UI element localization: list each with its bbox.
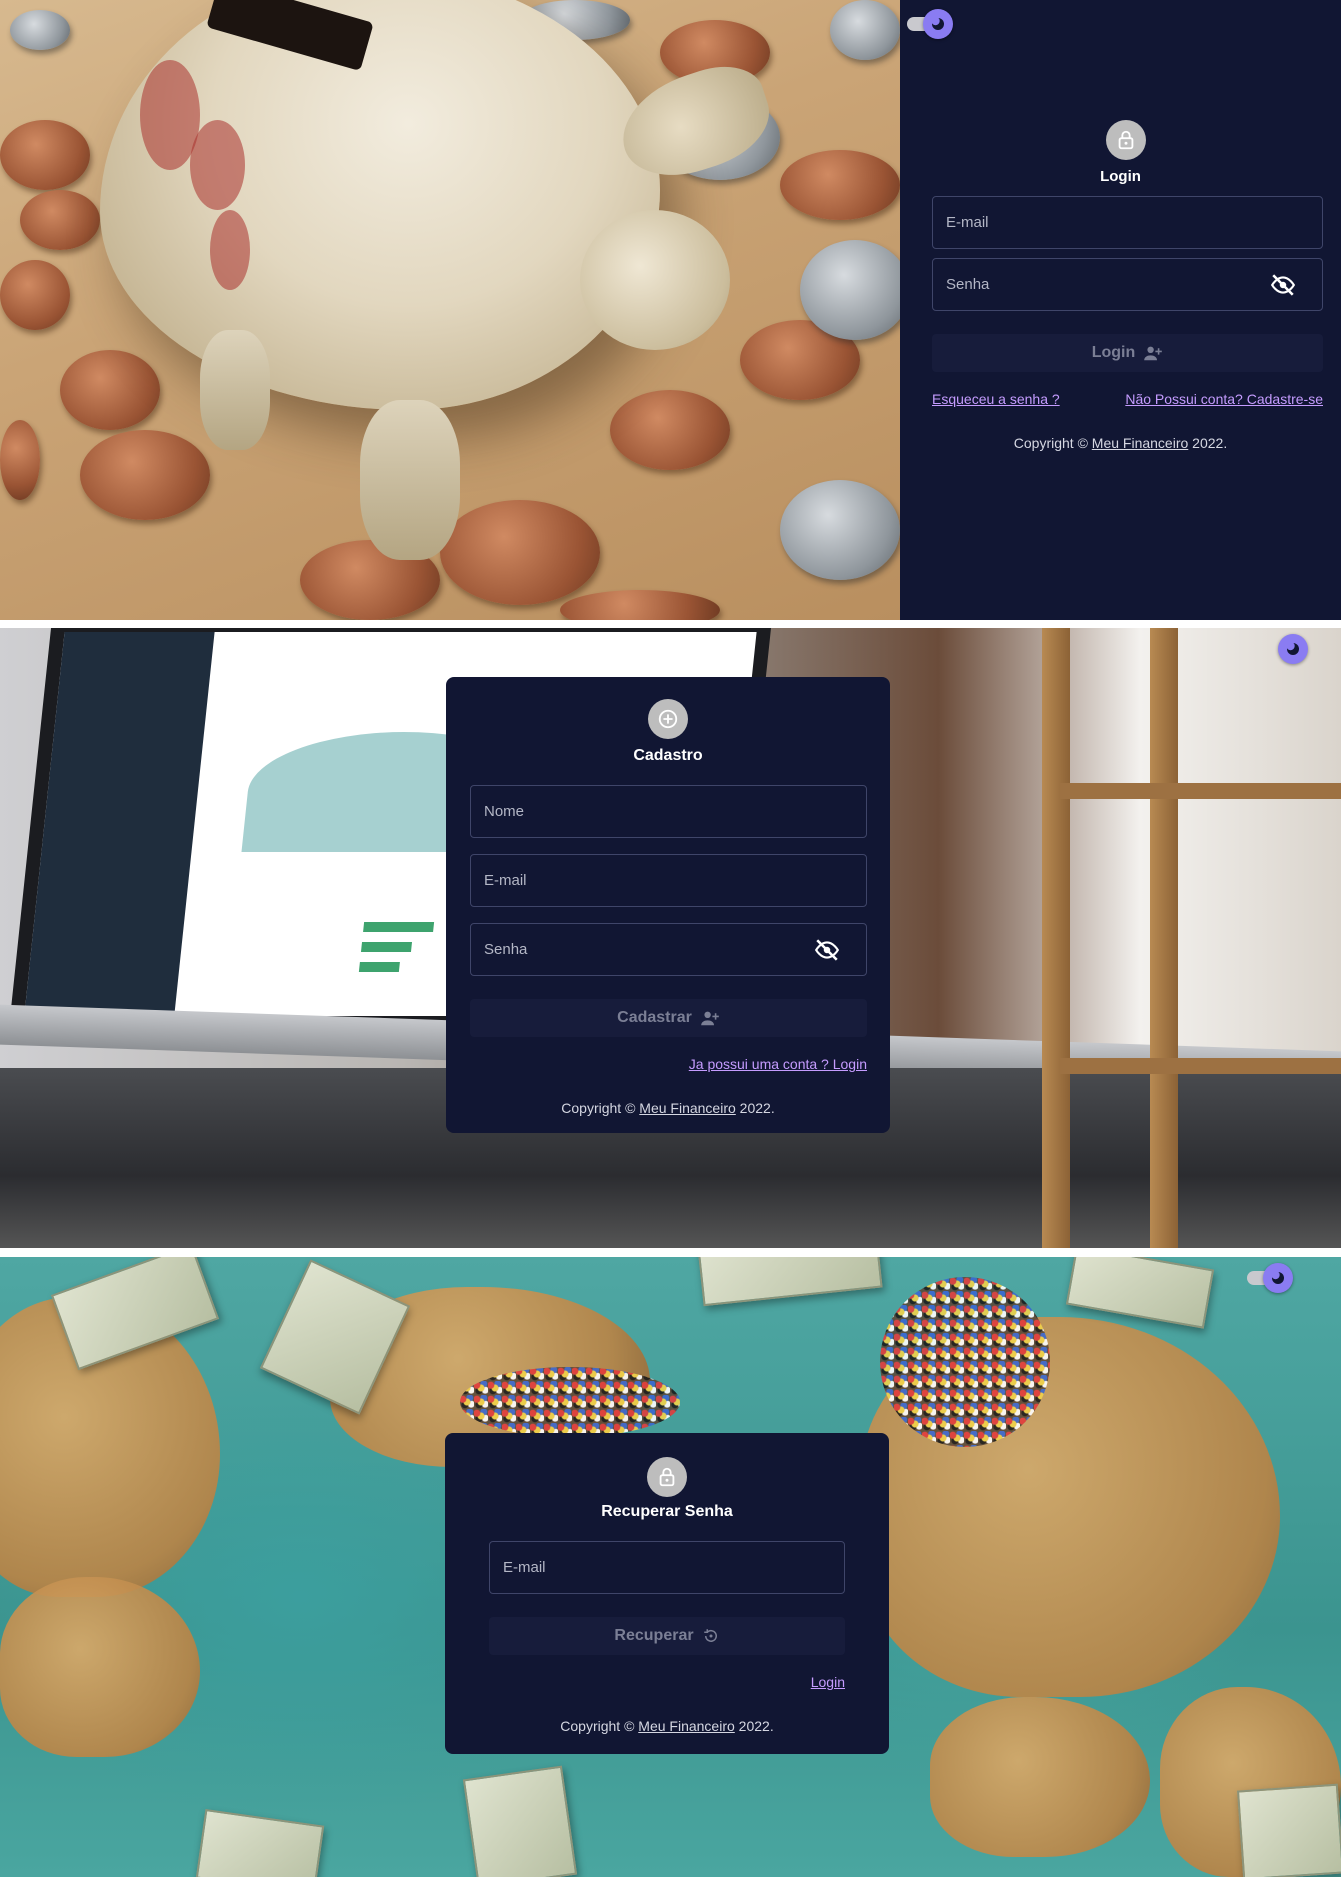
copyright-year: 2022. xyxy=(738,1718,774,1734)
register-button-label: Cadastrar xyxy=(617,1009,692,1026)
recover-button-label: Recuperar xyxy=(614,1627,694,1644)
copyright: Copyright © Meu Financeiro 2022. xyxy=(446,1100,890,1116)
form-title: Login xyxy=(1100,168,1141,185)
register-card: Cadastro Cadastrar Ja possui uma conta ?… xyxy=(446,677,890,1133)
brand-link[interactable]: Meu Financeiro xyxy=(639,1100,736,1116)
moon-icon xyxy=(1263,1263,1293,1293)
recover-screen: Recuperar Senha Recuperar Login Copyrigh… xyxy=(0,1257,1341,1877)
copyright-year: 2022. xyxy=(739,1100,775,1116)
copyright: Copyright © Meu Financeiro 2022. xyxy=(900,435,1341,451)
recover-button[interactable]: Recuperar xyxy=(489,1617,845,1655)
email-input[interactable] xyxy=(484,872,790,889)
login-link[interactable]: Ja possui uma conta ? Login xyxy=(689,1056,867,1072)
moon-icon xyxy=(923,9,953,39)
recover-card: Recuperar Senha Recuperar Login Copyrigh… xyxy=(445,1433,889,1754)
form-title: Recuperar Senha xyxy=(601,1503,733,1520)
copyright-year: 2022. xyxy=(1192,435,1228,451)
email-field[interactable] xyxy=(489,1541,845,1594)
email-input[interactable] xyxy=(503,1559,776,1576)
email-field[interactable] xyxy=(470,854,867,907)
name-field[interactable] xyxy=(470,785,867,838)
piggy-bank-photo xyxy=(0,0,900,620)
avatar xyxy=(1106,120,1146,160)
login-link[interactable]: Login xyxy=(811,1674,845,1690)
lock-icon xyxy=(659,1467,675,1487)
restore-icon xyxy=(703,1629,717,1642)
copyright-prefix: Copyright © xyxy=(1013,435,1088,451)
password-input[interactable] xyxy=(484,941,790,958)
password-field[interactable] xyxy=(932,258,1323,311)
theme-toggle[interactable] xyxy=(1245,1263,1295,1293)
eye-off-icon[interactable] xyxy=(814,937,840,963)
lock-icon xyxy=(1118,130,1134,150)
avatar xyxy=(648,699,688,739)
register-link[interactable]: Não Possui conta? Cadastre-se xyxy=(1125,391,1323,407)
eye-off-icon[interactable] xyxy=(1270,272,1296,298)
name-input[interactable] xyxy=(484,803,790,820)
email-input[interactable] xyxy=(946,214,1247,231)
person-add-icon xyxy=(1144,346,1163,361)
brand-link[interactable]: Meu Financeiro xyxy=(1092,435,1189,451)
login-screen: Login Login Esqueceu a senha ? Não Possu… xyxy=(0,0,1341,620)
avatar xyxy=(647,1457,687,1497)
login-panel: Login Login Esqueceu a senha ? Não Possu… xyxy=(900,0,1341,620)
add-circle-icon xyxy=(658,709,678,729)
theme-toggle[interactable] xyxy=(1260,634,1310,664)
login-button[interactable]: Login xyxy=(932,334,1323,372)
brand-link[interactable]: Meu Financeiro xyxy=(638,1718,735,1734)
form-title: Cadastro xyxy=(633,747,703,764)
password-input[interactable] xyxy=(946,276,1247,293)
copyright-prefix: Copyright © xyxy=(561,1100,636,1116)
email-field[interactable] xyxy=(932,196,1323,249)
copyright: Copyright © Meu Financeiro 2022. xyxy=(445,1718,889,1734)
cadastro-screen: Cadastro Cadastrar Ja possui uma conta ?… xyxy=(0,628,1341,1248)
moon-icon xyxy=(1278,634,1308,664)
theme-toggle[interactable] xyxy=(905,9,955,39)
password-field[interactable] xyxy=(470,923,867,976)
forgot-password-link[interactable]: Esqueceu a senha ? xyxy=(932,391,1060,407)
login-button-label: Login xyxy=(1091,344,1136,361)
copyright-prefix: Copyright © xyxy=(560,1718,635,1734)
register-button[interactable]: Cadastrar xyxy=(470,999,867,1037)
person-add-icon xyxy=(701,1011,719,1026)
